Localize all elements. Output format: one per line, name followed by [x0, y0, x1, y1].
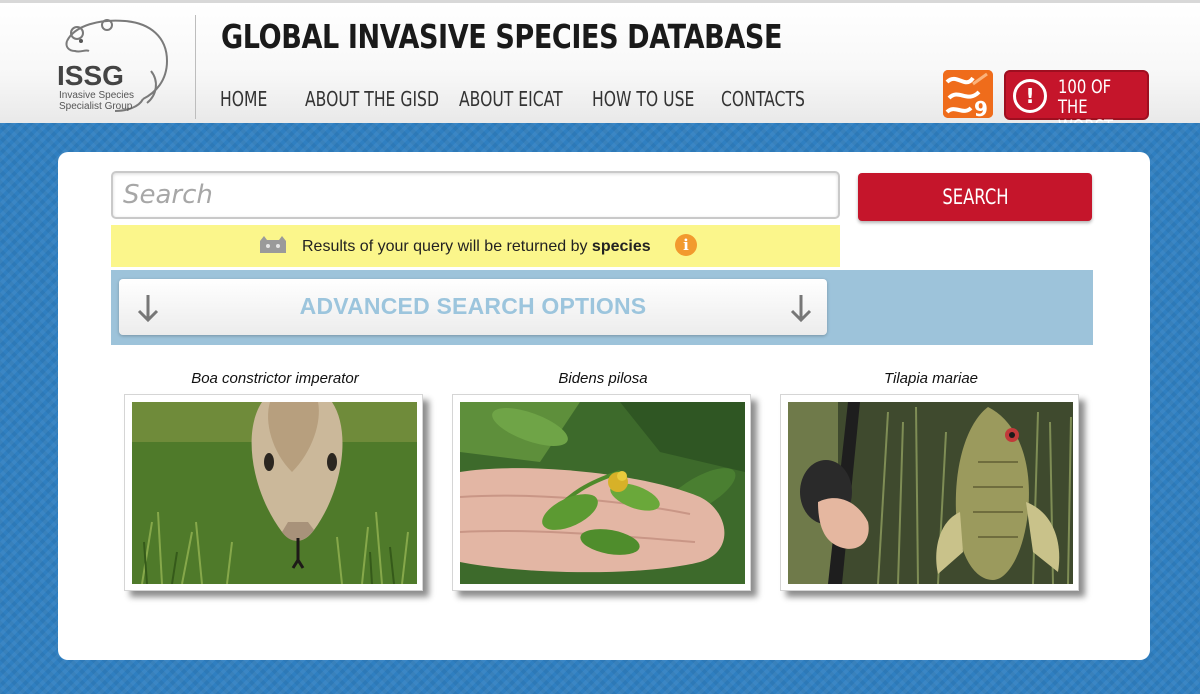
species-card-tilapia[interactable]: [780, 394, 1079, 591]
nav-about-gisd[interactable]: ABOUT THE GISD: [305, 87, 439, 111]
logo-divider: [195, 15, 196, 119]
species-name-bidens[interactable]: Bidens pilosa: [453, 370, 753, 387]
boa-photo-icon: [132, 402, 417, 584]
squiggle-nine-icon: 9: [943, 70, 993, 118]
bidens-photo-icon: [460, 402, 745, 584]
advanced-search-toggle[interactable]: ADVANCED SEARCH OPTIONS: [119, 279, 827, 335]
search-mode-notice: Results of your query will be returned b…: [111, 225, 840, 267]
arrow-down-icon: [790, 295, 812, 323]
nav-home[interactable]: HOME: [220, 87, 267, 111]
site-title: GLOBAL INVASIVE SPECIES DATABASE: [221, 17, 783, 56]
100-of-the-worst-button[interactable]: ! 100 OF THE WORST: [1004, 70, 1149, 137]
species-card-bidens[interactable]: [452, 394, 751, 591]
issg-logo[interactable]: ISSG Invasive Species Specialist Group: [55, 11, 175, 119]
search-button[interactable]: SEARCH: [858, 173, 1092, 221]
notice-text: Results of your query will be returned b…: [302, 238, 651, 255]
nav-about-eicat[interactable]: ABOUT EICAT: [459, 87, 563, 111]
svg-text:9: 9: [974, 97, 988, 118]
rat-logo-icon: ISSG Invasive Species Specialist Group: [57, 19, 169, 112]
nav-how-to-use[interactable]: HOW TO USE: [592, 87, 694, 111]
nav-contacts[interactable]: CONTACTS: [721, 87, 805, 111]
search-input[interactable]: [111, 171, 840, 219]
gisd-badge-9[interactable]: 9: [943, 70, 993, 118]
species-card-boa[interactable]: [124, 394, 423, 591]
info-icon[interactable]: i: [675, 234, 697, 256]
site-header: ISSG Invasive Species Specialist Group G…: [0, 0, 1200, 137]
tilapia-photo-icon: [788, 402, 1073, 584]
exclamation-icon: !: [1013, 79, 1047, 113]
advanced-search-label: ADVANCED SEARCH OPTIONS: [299, 293, 647, 319]
svg-text:Invasive Species: Invasive Species: [59, 90, 134, 101]
species-mode-icon: [260, 236, 286, 253]
svg-text:ISSG: ISSG: [57, 60, 124, 91]
svg-text:Specialist Group: Specialist Group: [59, 101, 133, 112]
species-name-tilapia[interactable]: Tilapia mariae: [781, 370, 1081, 387]
species-name-boa[interactable]: Boa constrictor imperator: [125, 370, 425, 387]
